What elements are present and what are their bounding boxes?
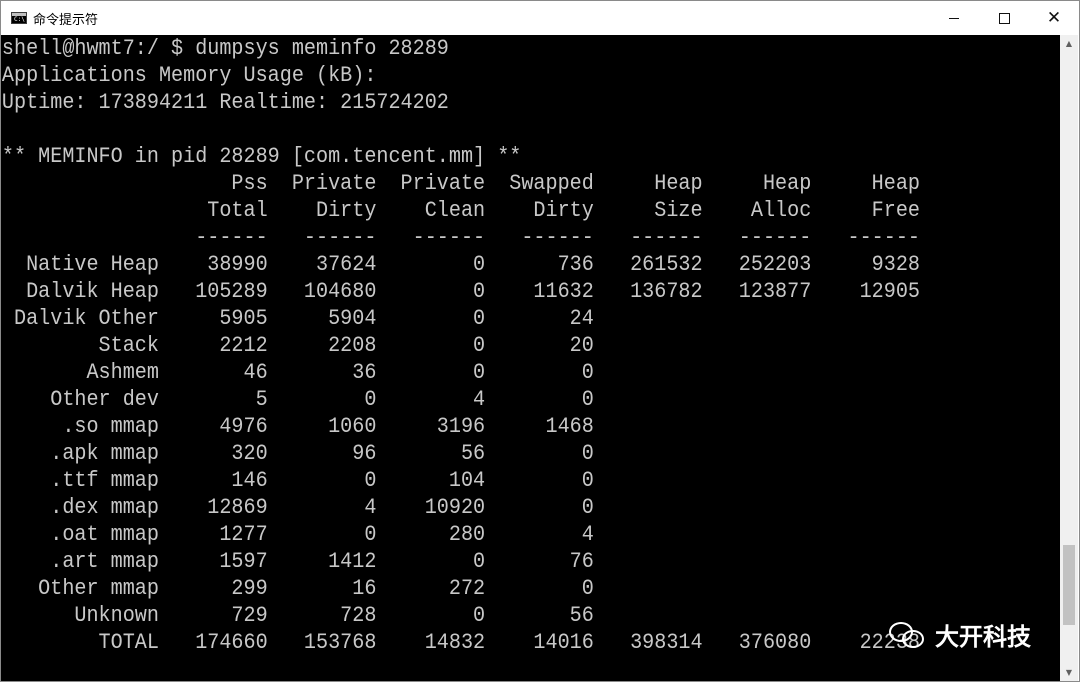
title-bar[interactable]: C:\ 命令提示符 ✕ — [1, 1, 1079, 35]
console-line: .apk mmap 320 96 56 0 — [1, 441, 594, 466]
maximize-icon — [998, 12, 1010, 24]
watermark: 大开科技 — [889, 617, 1031, 652]
console-line: shell@hwmt7:/ $ dumpsys meminfo 28289 — [1, 36, 449, 61]
console-line: Dalvik Other 5905 5904 0 24 — [1, 306, 594, 331]
console-output[interactable]: shell@hwmt7:/ $ dumpsys meminfo 28289 App… — [1, 35, 1061, 681]
wechat-icon — [889, 620, 927, 650]
console-text: shell@hwmt7:/ $ dumpsys meminfo 28289 App… — [1, 35, 971, 656]
window-title: 命令提示符 — [33, 12, 99, 28]
close-icon: ✕ — [1046, 7, 1062, 28]
console-line: .so mmap 4976 1060 3196 1468 — [1, 414, 594, 439]
console-line: Other dev 5 0 4 0 — [1, 387, 594, 412]
console-line: Ashmem 46 36 0 0 — [1, 360, 594, 385]
console-line: Native Heap 38990 37624 0 736 261532 252… — [1, 252, 921, 277]
console-line: Other mmap 299 16 272 0 — [1, 576, 594, 601]
console-line: Dalvik Heap 105289 104680 0 11632 136782… — [1, 279, 921, 304]
cmd-app-icon-label: C:\ — [14, 16, 25, 23]
vertical-scrollbar[interactable]: ▲ ▼ — [1060, 35, 1078, 681]
console-line: .art mmap 1597 1412 0 76 — [1, 549, 594, 574]
console-line: Uptime: 173894211 Realtime: 215724202 — [1, 90, 449, 115]
chevron-down-icon: ▼ — [1065, 668, 1073, 677]
console-line: .oat mmap 1277 0 280 4 — [1, 522, 594, 547]
console-line: Total Dirty Clean Dirty Size Alloc Free — [1, 198, 921, 223]
minimize-button[interactable] — [929, 1, 979, 35]
scroll-thumb[interactable] — [1063, 545, 1075, 625]
maximize-button[interactable] — [979, 1, 1029, 35]
scroll-down-button[interactable]: ▼ — [1060, 664, 1078, 681]
cmd-window: C:\ 命令提示符 ✕ shell@hwmt7:/ $ dumpsys memi… — [0, 0, 1080, 682]
window-controls: ✕ — [929, 1, 1079, 35]
chevron-up-icon: ▲ — [1065, 39, 1073, 48]
console-line: Unknown 729 728 0 56 — [1, 603, 594, 628]
console-line: Applications Memory Usage (kB): — [1, 63, 377, 88]
console-line: .ttf mmap 146 0 104 0 — [1, 468, 594, 493]
scroll-up-button[interactable]: ▲ — [1060, 35, 1078, 52]
console-line: ------ ------ ------ ------ ------ -----… — [1, 225, 921, 250]
console-line: .dex mmap 12869 4 10920 0 — [1, 495, 594, 520]
console-line: TOTAL 174660 153768 14832 14016 398314 3… — [1, 630, 921, 655]
console-line: Pss Private Private Swapped Heap Heap He… — [1, 171, 921, 196]
cmd-app-icon[interactable]: C:\ — [11, 12, 27, 24]
close-button[interactable]: ✕ — [1029, 1, 1079, 35]
watermark-text: 大开科技 — [935, 623, 1031, 651]
minimize-icon — [949, 17, 959, 19]
console-line: ** MEMINFO in pid 28289 [com.tencent.mm]… — [1, 144, 522, 169]
console-line: Stack 2212 2208 0 20 — [1, 333, 594, 358]
